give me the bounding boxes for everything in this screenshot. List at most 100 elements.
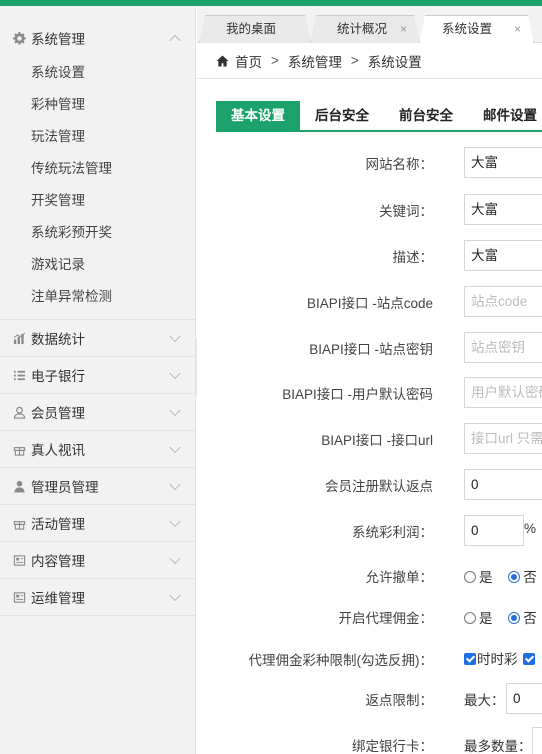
sidebar-group-label: 内容管理 xyxy=(31,554,85,569)
sidebar-group-label: 真人视讯 xyxy=(31,443,85,458)
tab-label: 我的桌面 xyxy=(226,22,277,36)
sidebar-group-ebank[interactable]: 电子银行 xyxy=(0,357,195,394)
tab-statistics[interactable]: 统计概况 × xyxy=(310,15,420,43)
sidebar-item-lottery-types[interactable]: 彩种管理 xyxy=(0,89,195,121)
agent-lottery-limit-label: 代理佣金彩种限制(勾选反拥)： xyxy=(248,653,434,668)
allow-cancel-yes-radio[interactable] xyxy=(464,571,476,583)
sidebar-item-pre-draw[interactable]: 系统彩预开奖 xyxy=(0,217,195,249)
sidebar-group-admins[interactable]: 管理员管理 xyxy=(0,468,195,505)
tab-mail-settings[interactable]: 邮件设置 xyxy=(468,101,542,130)
breadcrumb-home[interactable]: 首页 xyxy=(235,51,262,71)
sidebar-item-draw-management[interactable]: 开奖管理 xyxy=(0,185,195,217)
breadcrumb: 首页 > 系统管理 > 系统设置 xyxy=(197,43,542,79)
site-name-input[interactable]: 大富 xyxy=(464,147,542,178)
tab-label: 统计概况 xyxy=(337,22,388,36)
breadcrumb-level1[interactable]: 系统管理 xyxy=(288,51,342,71)
radio-label: 是 xyxy=(479,611,493,626)
gift-icon xyxy=(12,516,26,530)
sidebar: 系统管理 系统设置 彩种管理 玩法管理 传统玩法管理 开奖管理 系统彩预开奖 游… xyxy=(0,6,196,754)
chevron-down-icon xyxy=(169,552,181,565)
site-code-input[interactable]: 站点code xyxy=(464,286,542,317)
chevron-down-icon xyxy=(169,478,181,491)
sidebar-item-bet-anomaly[interactable]: 注单异常检测 xyxy=(0,281,195,313)
chevron-down-icon xyxy=(169,330,181,343)
tab-my-desktop[interactable]: 我的桌面 xyxy=(199,15,311,43)
document-icon xyxy=(12,590,26,604)
register-rebate-label: 会员注册默认返点 xyxy=(325,479,433,494)
sidebar-item-play-management[interactable]: 玩法管理 xyxy=(0,121,195,153)
bind-bank-label: 绑定银行卡： xyxy=(352,739,433,754)
sidebar-group-statistics[interactable]: 数据统计 xyxy=(0,320,195,357)
user-solid-icon xyxy=(12,479,26,493)
tab-label: 系统设置 xyxy=(442,22,493,36)
bind-bank-max-input[interactable] xyxy=(532,727,542,754)
agent-commission-options: 是 否 xyxy=(464,607,537,627)
agent-lottery-limit-options: 时时彩 xyxy=(464,648,536,668)
bind-bank-max-label: 最多数量： xyxy=(464,739,532,754)
sidebar-item-classic-play[interactable]: 传统玩法管理 xyxy=(0,153,195,185)
page-tabs-bar: 我的桌面 统计概况 × 系统设置 × xyxy=(197,6,542,43)
sidebar-item-game-records[interactable]: 游戏记录 xyxy=(0,249,195,281)
api-url-label: BIAPI接口 -接口url xyxy=(321,433,433,448)
sidebar-item-system-settings[interactable]: 系统设置 xyxy=(0,57,195,89)
allow-cancel-label: 允许撤单： xyxy=(365,570,434,585)
user-password-input[interactable]: 用户默认密码 xyxy=(464,377,542,408)
close-icon[interactable]: × xyxy=(400,16,407,42)
lottery-profit-label: 系统彩利润： xyxy=(352,525,433,540)
sidebar-group-content[interactable]: 内容管理 xyxy=(0,542,195,579)
gift-icon xyxy=(12,442,26,456)
sidebar-group-label: 运维管理 xyxy=(31,591,85,606)
register-rebate-input[interactable]: 0 xyxy=(464,469,542,500)
radio-label: 否 xyxy=(523,611,537,626)
breadcrumb-separator: > xyxy=(350,53,359,68)
tab-system-settings[interactable]: 系统设置 × xyxy=(419,15,534,44)
sidebar-group-system[interactable]: 系统管理 xyxy=(0,19,195,57)
gear-icon xyxy=(12,31,26,45)
home-icon xyxy=(216,54,229,67)
sidebar-group-members[interactable]: 会员管理 xyxy=(0,394,195,431)
chevron-down-icon xyxy=(169,404,181,417)
agent-commission-label: 开启代理佣金： xyxy=(338,611,434,626)
site-key-input[interactable]: 站点密钥 xyxy=(464,332,542,363)
breadcrumb-level2: 系统设置 xyxy=(367,54,422,70)
keywords-input[interactable]: 大富 xyxy=(464,194,542,225)
rebate-max-input[interactable]: 0 xyxy=(506,683,542,714)
site-code-label: BIAPI接口 -站点code xyxy=(306,296,433,311)
lottery-profit-input[interactable]: 0 xyxy=(464,515,524,546)
radio-label: 是 xyxy=(479,570,493,585)
sidebar-group-live-video[interactable]: 真人视讯 xyxy=(0,431,195,468)
agent-commission-no-radio[interactable] xyxy=(508,612,521,624)
chevron-up-icon xyxy=(169,34,181,47)
description-input[interactable]: 大富 xyxy=(464,240,542,271)
close-icon[interactable]: × xyxy=(514,16,521,42)
sidebar-submenu: 系统设置 彩种管理 玩法管理 传统玩法管理 开奖管理 系统彩预开奖 游戏记录 注… xyxy=(0,57,195,320)
sidebar-group-label: 电子银行 xyxy=(31,369,85,384)
sidebar-group-label: 系统管理 xyxy=(31,32,85,47)
list-icon xyxy=(12,368,26,382)
site-key-label: BIAPI接口 -站点密钥 xyxy=(309,342,433,357)
radio-label: 否 xyxy=(523,570,537,585)
allow-cancel-options: 是 否 xyxy=(464,566,537,586)
chevron-down-icon xyxy=(169,589,181,602)
sidebar-group-ops[interactable]: 运维管理 xyxy=(0,579,195,616)
sidebar-group-label: 活动管理 xyxy=(31,517,85,532)
percent-unit: % xyxy=(524,521,537,536)
tab-backend-security[interactable]: 后台安全 xyxy=(300,101,384,130)
tab-frontend-security[interactable]: 前台安全 xyxy=(384,101,468,130)
lottery-checkbox-ssc[interactable] xyxy=(464,653,476,665)
breadcrumb-separator: > xyxy=(271,53,279,68)
rebate-max-label: 最大： xyxy=(464,693,505,708)
sidebar-group-activities[interactable]: 活动管理 xyxy=(0,505,195,542)
main-content: 基本设置 后台安全 前台安全 邮件设置 网站名称： 大富 关键词： 大富 描述：… xyxy=(197,79,542,754)
chevron-down-icon xyxy=(169,515,181,528)
checkbox-label: 时时彩 xyxy=(477,652,518,667)
api-url-input[interactable]: 接口url 只需 xyxy=(464,423,542,454)
rebate-limit-label: 返点限制： xyxy=(365,693,434,708)
agent-commission-yes-radio[interactable] xyxy=(464,612,476,624)
tab-basic-settings[interactable]: 基本设置 xyxy=(216,101,300,130)
sidebar-group-label: 会员管理 xyxy=(31,406,85,421)
allow-cancel-no-radio[interactable] xyxy=(508,571,521,583)
chevron-down-icon xyxy=(169,441,181,454)
site-name-label: 网站名称： xyxy=(365,157,434,172)
lottery-checkbox-next[interactable] xyxy=(523,653,536,665)
